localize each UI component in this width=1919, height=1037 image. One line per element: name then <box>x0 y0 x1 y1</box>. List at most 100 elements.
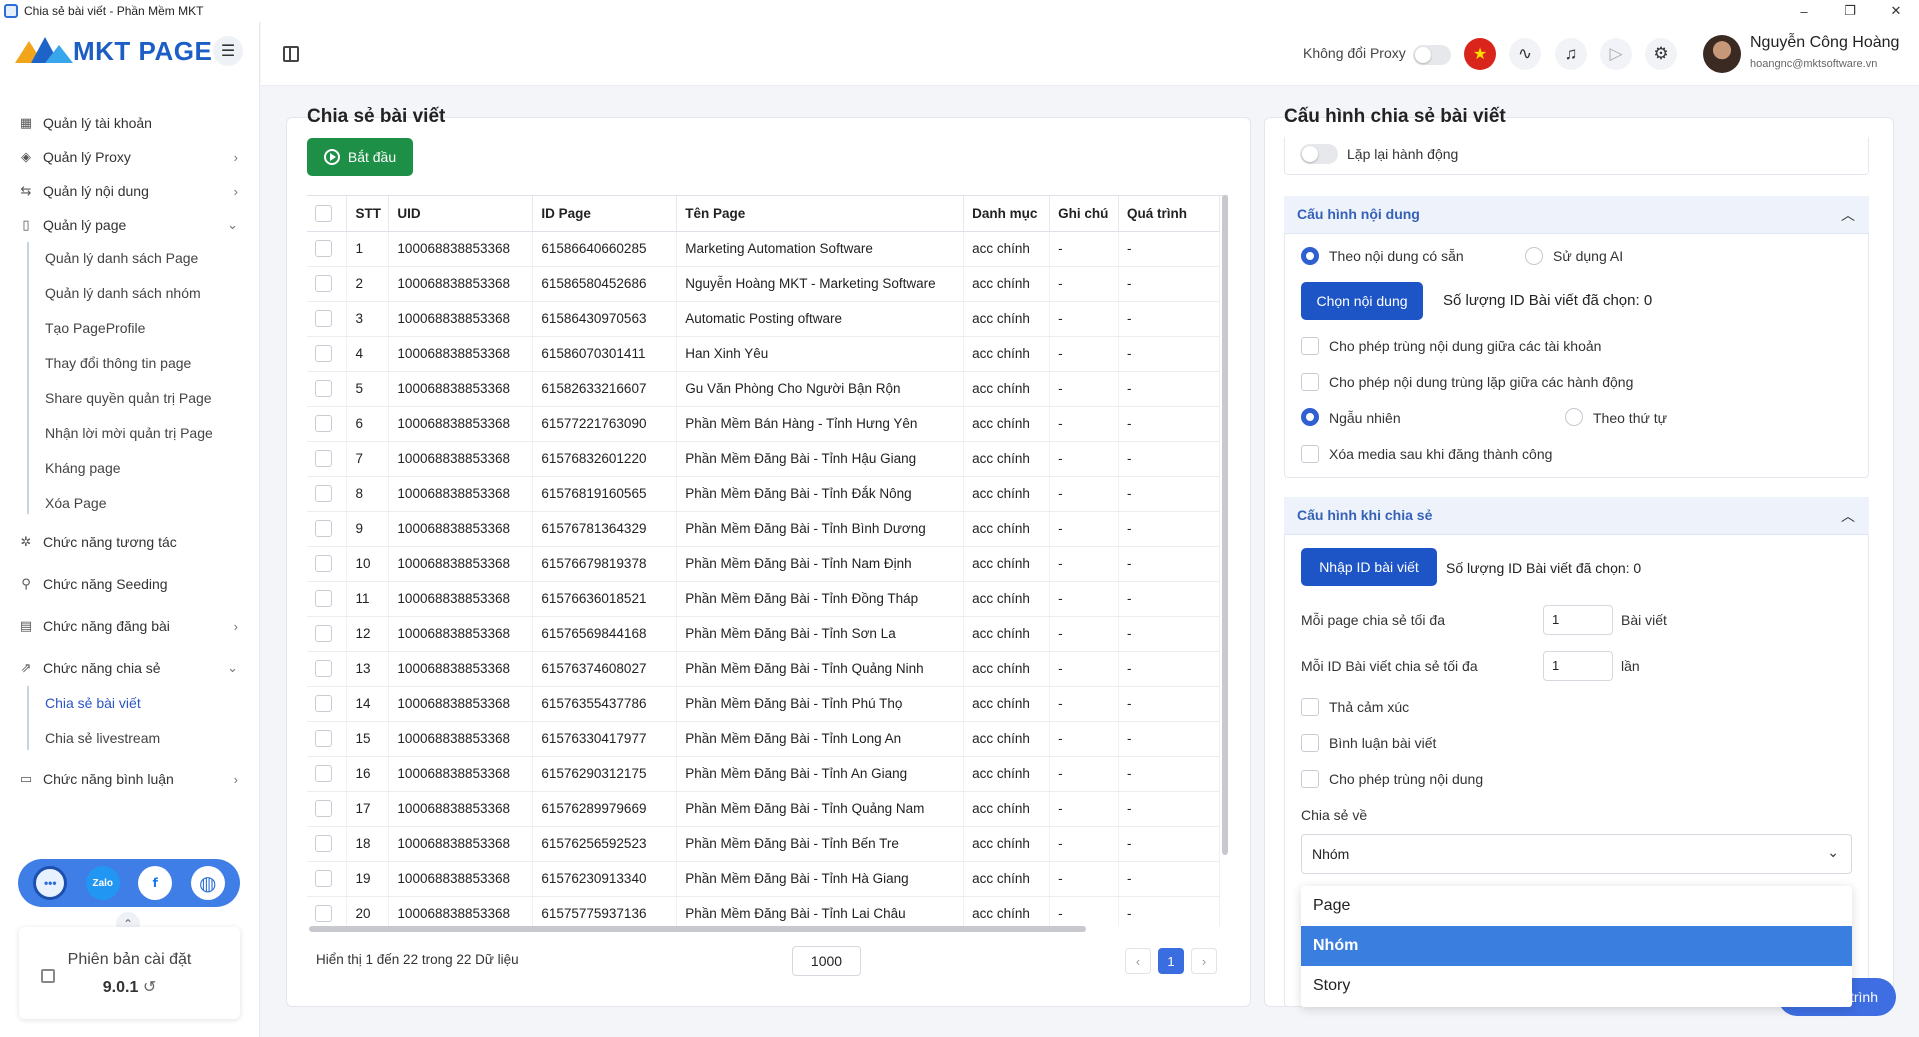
sidebar-subitem-share-post[interactable]: Chia sẻ bài viết <box>45 689 141 717</box>
row-checkbox[interactable] <box>315 345 332 362</box>
table-row[interactable]: 3 100068838853368 61586430970563 Automatic … <box>307 301 1220 337</box>
sidebar-subitem-accept-invite[interactable]: Nhận lời mời quản trị Page <box>45 419 213 447</box>
allow-dup-checkbox[interactable] <box>1301 770 1319 788</box>
column-header[interactable]: Tên Page <box>676 196 965 232</box>
max-per-post-input[interactable]: 1 <box>1543 651 1613 681</box>
content-config-header[interactable]: Cấu hình nội dung ︿ <box>1284 196 1869 234</box>
row-checkbox[interactable] <box>315 870 332 887</box>
column-header[interactable]: ID Page <box>532 196 678 232</box>
close-button[interactable]: ✕ <box>1873 0 1919 22</box>
row-checkbox[interactable] <box>315 415 332 432</box>
option-group[interactable]: Nhóm <box>1301 926 1852 966</box>
table-row[interactable]: 9 100068838853368 61576781364329 Phần Mềm Đ… <box>307 511 1220 547</box>
select-all-checkbox[interactable] <box>315 204 332 222</box>
table-row[interactable]: 20 100068838853368 61575775937136 Phần Mềm … <box>307 896 1220 926</box>
sidebar-item-posting[interactable]: ▤ Chức năng đăng bài › <box>0 611 260 641</box>
row-checkbox[interactable] <box>315 275 332 292</box>
allow-dup-accounts-checkbox[interactable] <box>1301 337 1319 355</box>
row-checkbox[interactable] <box>315 695 332 712</box>
facebook-icon[interactable]: f <box>138 866 173 900</box>
row-checkbox[interactable] <box>315 905 332 922</box>
gear-icon[interactable]: ⚙ <box>1645 38 1677 70</box>
comment-checkbox[interactable] <box>1301 734 1319 752</box>
row-checkbox[interactable] <box>315 485 332 502</box>
table-row[interactable]: 7 100068838853368 61576832601220 Phần Mềm Đ… <box>307 441 1220 477</box>
maximize-button[interactable]: ❐ <box>1827 0 1873 22</box>
zalo-icon[interactable]: Zalo <box>85 866 120 900</box>
bell-icon[interactable]: ♫ <box>1555 38 1587 70</box>
sidebar-subitem-change-info[interactable]: Thay đổi thông tin page <box>45 349 191 377</box>
table-row[interactable]: 6 100068838853368 61577221763090 Phần Mềm B… <box>307 406 1220 442</box>
column-header[interactable]: STT <box>346 196 390 232</box>
table-row[interactable]: 13 100068838853368 61576374608027 Phần Mềm … <box>307 651 1220 687</box>
radio-use-ai[interactable] <box>1525 247 1543 265</box>
row-checkbox[interactable] <box>315 450 332 467</box>
row-checkbox[interactable] <box>315 520 332 537</box>
row-checkbox[interactable] <box>315 660 332 677</box>
import-post-ids-button[interactable]: Nhập ID bài viết <box>1301 548 1437 586</box>
column-header[interactable]: Quá trình <box>1118 196 1220 232</box>
sidebar-subitem-share-admin[interactable]: Share quyền quản trị Page <box>45 384 212 412</box>
repeat-toggle[interactable] <box>1300 144 1338 164</box>
sidebar-item-content[interactable]: ⇆ Quản lý nội dung › <box>0 176 260 206</box>
table-row[interactable]: 4 100068838853368 61586070301411 Han Xinh Y… <box>307 336 1220 372</box>
sidebar-subitem-group-list[interactable]: Quản lý danh sách nhóm <box>45 279 201 307</box>
sidebar-subitem-page-list[interactable]: Quản lý danh sách Page <box>45 244 198 272</box>
table-row[interactable]: 12 100068838853368 61576569844168 Phần Mềm … <box>307 616 1220 652</box>
allow-dup-actions-checkbox[interactable] <box>1301 373 1319 391</box>
history-icon[interactable]: ↺ <box>143 979 156 996</box>
row-checkbox[interactable] <box>315 590 332 607</box>
start-button[interactable]: Bắt đầu <box>307 138 413 176</box>
table-row[interactable]: 14 100068838853368 61576355437786 Phần Mềm … <box>307 686 1220 722</box>
row-checkbox[interactable] <box>315 835 332 852</box>
option-story[interactable]: Story <box>1301 966 1852 1006</box>
row-checkbox[interactable] <box>315 800 332 817</box>
sidebar-item-accounts[interactable]: ▦ Quản lý tài khoản <box>0 108 260 138</box>
brand-logo[interactable]: MKT PAGE <box>15 36 212 67</box>
column-header[interactable]: Danh mục <box>963 196 1051 232</box>
row-checkbox[interactable] <box>315 310 332 327</box>
table-row[interactable]: 18 100068838853368 61576256592523 Phần Mềm … <box>307 826 1220 862</box>
max-per-page-input[interactable]: 1 <box>1543 605 1613 635</box>
delete-media-checkbox[interactable] <box>1301 445 1319 463</box>
sidebar-item-page[interactable]: ▯ Quản lý page ⌄ <box>0 210 260 240</box>
table-row[interactable]: 17 100068838853368 61576289979669 Phần Mềm … <box>307 791 1220 827</box>
sidebar-subitem-appeal-page[interactable]: Kháng page <box>45 454 121 482</box>
sidebar-subitem-create-profile[interactable]: Tạo PageProfile <box>45 314 145 342</box>
table-row[interactable]: 8 100068838853368 61576819160565 Phần Mềm Đ… <box>307 476 1220 512</box>
proxy-toggle[interactable] <box>1413 45 1451 65</box>
react-checkbox[interactable] <box>1301 698 1319 716</box>
layout-toggle-icon[interactable] <box>283 46 299 62</box>
sidebar-subitem-delete-page[interactable]: Xóa Page <box>45 489 107 517</box>
radio-random[interactable] <box>1301 408 1319 426</box>
row-checkbox[interactable] <box>315 380 332 397</box>
row-checkbox[interactable] <box>315 625 332 642</box>
column-header[interactable]: UID <box>388 196 534 232</box>
column-header[interactable]: Ghi chú <box>1049 196 1120 232</box>
radio-available-content[interactable] <box>1301 247 1319 265</box>
option-page[interactable]: Page <box>1301 886 1852 926</box>
table-vertical-scrollbar[interactable] <box>1222 195 1228 855</box>
share-config-header[interactable]: Cấu hình khi chia sẻ ︿ <box>1284 497 1869 535</box>
table-row[interactable]: 2 100068838853368 61586580452686 Nguyễn Hoà… <box>307 266 1220 302</box>
sidebar-item-sharing[interactable]: ⇗ Chức năng chia sẻ ⌄ <box>0 653 260 683</box>
table-row[interactable]: 1 100068838853368 61586640660285 Marketing … <box>307 231 1220 267</box>
table-row[interactable]: 5 100068838853368 61582633216607 Gu Văn Phò… <box>307 371 1220 407</box>
sidebar-subitem-share-livestream[interactable]: Chia sẻ livestream <box>45 724 160 752</box>
chat-support-icon[interactable]: ••• <box>33 866 68 900</box>
table-row[interactable]: 10 100068838853368 61576679819378 Phần Mềm … <box>307 546 1220 582</box>
minimize-button[interactable]: – <box>1781 0 1827 22</box>
row-checkbox[interactable] <box>315 765 332 782</box>
radio-order[interactable] <box>1565 408 1583 426</box>
language-flag-icon[interactable]: ★ <box>1464 38 1496 70</box>
sidebar-item-interaction[interactable]: ✲ Chức năng tương tác <box>0 527 260 557</box>
row-checkbox[interactable] <box>315 730 332 747</box>
table-horizontal-scrollbar[interactable] <box>309 926 1086 932</box>
row-checkbox[interactable] <box>315 240 332 257</box>
table-row[interactable]: 11 100068838853368 61576636018521 Phần Mềm … <box>307 581 1220 617</box>
page-next-button[interactable]: › <box>1191 948 1217 974</box>
avatar[interactable] <box>1703 35 1741 73</box>
sidebar-item-comment[interactable]: ▭ Chức năng bình luận › <box>0 764 260 794</box>
table-row[interactable]: 16 100068838853368 61576290312175 Phần Mềm … <box>307 756 1220 792</box>
menu-toggle-button[interactable]: ☰ <box>213 36 243 66</box>
